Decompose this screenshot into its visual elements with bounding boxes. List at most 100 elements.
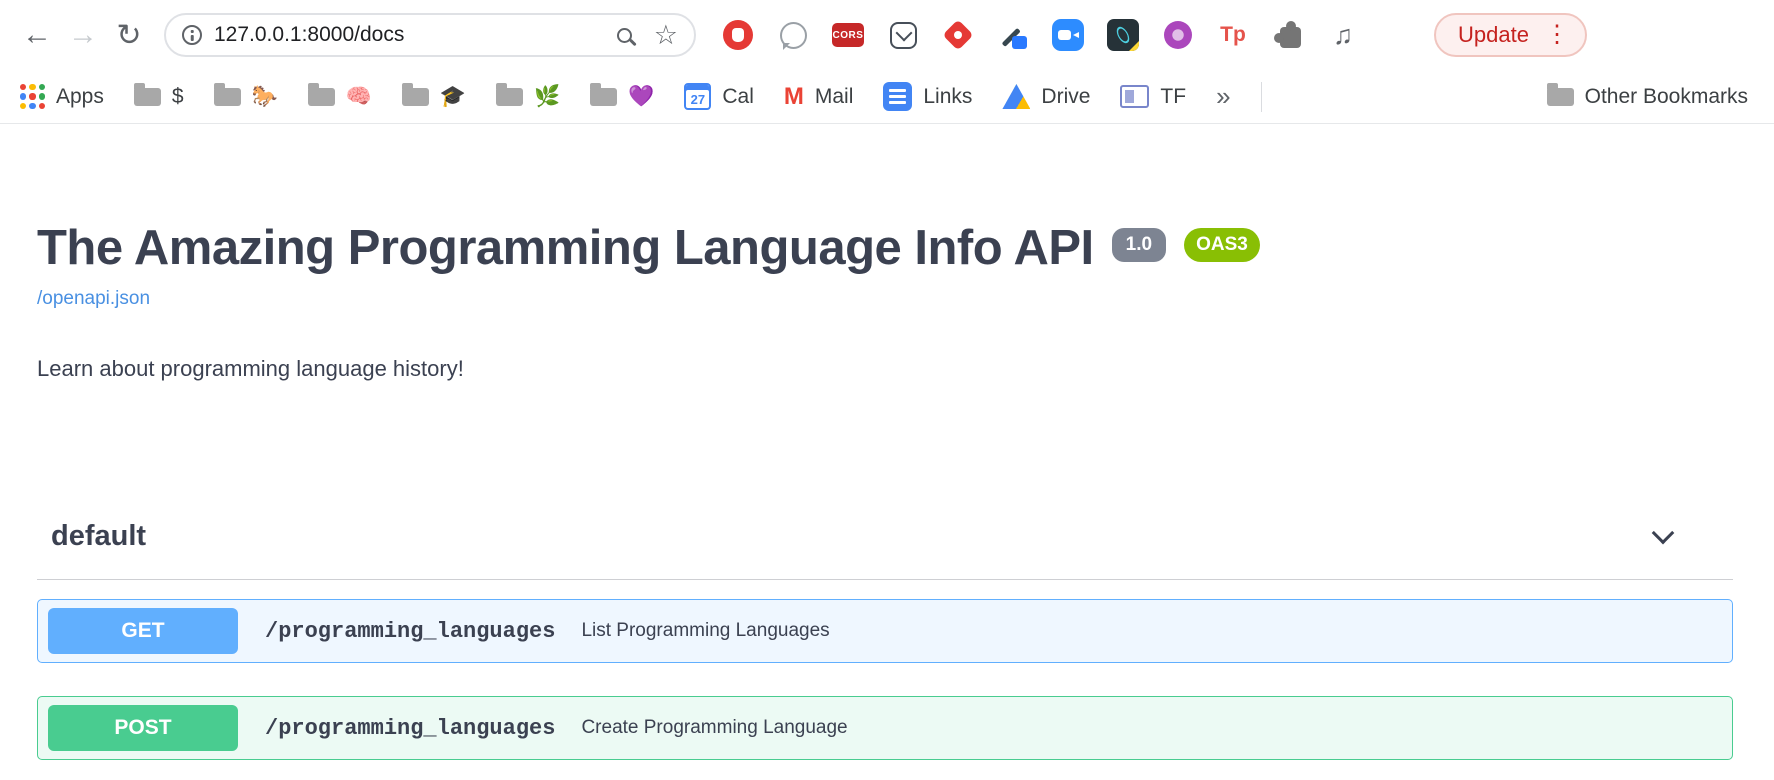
bookmark-drive[interactable]: Drive [1002,84,1090,109]
bookmarks-bar: Apps $ 🐎 🧠 🎓 🌿 💜 27 Cal [0,70,1774,124]
eyedropper-icon [997,19,1029,51]
operations-list: GET /programming_languages List Programm… [37,599,1733,760]
endpoint-summary: List Programming Languages [581,620,829,642]
endpoint-post-programming-languages[interactable]: POST /programming_languages Create Progr… [37,696,1733,760]
api-description: Learn about programming language history… [37,356,1733,382]
bookmark-calendar[interactable]: 27 Cal [684,83,754,110]
toggl-extension-icon[interactable]: Tp [1217,19,1249,51]
pocket-extension-icon[interactable] [887,19,919,51]
site-info-icon[interactable] [182,25,202,45]
bookmark-apps[interactable]: Apps [20,84,104,109]
url-text[interactable]: 127.0.0.1:8000/docs [214,23,404,47]
address-bar[interactable]: 127.0.0.1:8000/docs ☆ [164,13,696,57]
chevron-down-icon[interactable] [1652,522,1675,545]
gmail-icon: M [784,85,804,109]
endpoint-path: /programming_languages [265,716,555,741]
flower-extension-icon[interactable] [1162,19,1194,51]
other-bookmarks[interactable]: Other Bookmarks [1547,85,1748,109]
stop-hand-extension-icon[interactable] [722,19,754,51]
stop-hand-icon [723,20,753,50]
bookmark-label: Mail [815,85,854,109]
bookmark-label: 🌿 [534,86,560,107]
bookmark-tf[interactable]: TF [1120,85,1186,109]
oas3-badge: OAS3 [1184,228,1260,262]
bookmark-folder-herb[interactable]: 🌿 [496,86,560,107]
bookmark-label: 🐎 [252,86,278,107]
folder-icon [308,88,335,106]
folder-icon [590,88,617,106]
tag-section-header[interactable]: default [37,520,1733,580]
bookmark-label: 🧠 [346,86,372,107]
folder-icon [134,88,161,106]
bookmark-label: $ [172,86,184,107]
atom-icon [1107,19,1139,51]
folder-icon [402,88,429,106]
endpoint-path: /programming_languages [265,619,555,644]
method-badge: POST [48,705,238,751]
chat-bubble-icon [780,22,807,49]
folder-icon [1547,88,1574,106]
bookmark-label: Cal [722,85,754,109]
bookmark-star-icon[interactable]: ☆ [654,22,678,49]
bookmark-folder-money[interactable]: $ [134,86,184,107]
openapi-spec-link[interactable]: /openapi.json [37,288,150,310]
forward-icon: → [60,12,106,58]
puzzle-icon [1280,27,1301,48]
update-label: Update [1458,22,1529,48]
browser-toolbar: ← → ↻ 127.0.0.1:8000/docs ☆ CORS Tp ♫ [0,0,1774,70]
bookmark-label: TF [1160,85,1186,109]
bookmarks-overflow-chevron[interactable]: » [1216,81,1230,112]
swagger-page: The Amazing Programming Language Info AP… [0,124,1774,760]
api-title-row: The Amazing Programming Language Info AP… [37,220,1733,276]
cors-badge: CORS [832,23,864,47]
bookmark-label: Links [923,85,972,109]
version-badge: 1.0 [1112,228,1166,262]
method-badge: GET [48,608,238,654]
bookmark-folder-brain[interactable]: 🧠 [308,86,372,107]
toggl-label: Tp [1220,23,1246,47]
profile-avatar[interactable] [1382,19,1414,51]
bookmark-label: Other Bookmarks [1585,85,1748,109]
extensions-puzzle-icon[interactable] [1272,19,1304,51]
bookmark-folder-education[interactable]: 🎓 [402,86,466,107]
cors-extension-icon[interactable]: CORS [832,19,864,51]
pinwheel-extension-icon[interactable] [942,19,974,51]
flower-icon [1164,21,1192,49]
bookmark-links[interactable]: Links [883,82,972,111]
reload-icon[interactable]: ↻ [106,12,152,58]
playlist-extension-icon[interactable]: ♫ [1327,19,1359,51]
calendar-icon: 27 [684,83,711,110]
browser-window: ← → ↻ 127.0.0.1:8000/docs ☆ CORS Tp ♫ [0,0,1774,760]
bookmark-folder-heart[interactable]: 💜 [590,86,654,107]
chrome-update-button[interactable]: Update ⋮ [1434,13,1587,57]
pinwheel-icon [942,19,973,50]
zoom-icon[interactable] [617,28,632,43]
bookmark-label: Apps [56,85,104,109]
bookmark-label: 🎓 [440,86,466,107]
endpoint-summary: Create Programming Language [581,717,847,739]
pocket-icon [890,22,917,49]
links-icon [883,82,912,111]
browser-menu-icon[interactable]: ⋮ [1539,23,1575,47]
bookmark-mail[interactable]: M Mail [784,85,854,109]
music-note-icon: ♫ [1333,22,1353,49]
folder-icon [214,88,241,106]
color-picker-extension-icon[interactable] [997,19,1029,51]
bookmark-folder-horse[interactable]: 🐎 [214,86,278,107]
bookmark-label: Drive [1041,85,1090,109]
back-icon[interactable]: ← [14,12,60,58]
drive-icon [1002,84,1030,109]
endpoint-get-programming-languages[interactable]: GET /programming_languages List Programm… [37,599,1733,663]
tf-icon [1120,85,1149,108]
apps-grid-icon [20,84,45,109]
avatar-image [1382,19,1414,52]
zoom-extension-icon[interactable] [1052,19,1084,51]
folder-icon [496,88,523,106]
video-camera-icon [1052,19,1084,51]
chat-bubble-extension-icon[interactable] [777,19,809,51]
bookmark-label: 💜 [628,86,654,107]
page-title: The Amazing Programming Language Info AP… [37,220,1094,276]
tag-section-title: default [51,520,146,553]
atom-extension-icon[interactable] [1107,19,1139,51]
bookmarks-divider [1261,82,1262,112]
